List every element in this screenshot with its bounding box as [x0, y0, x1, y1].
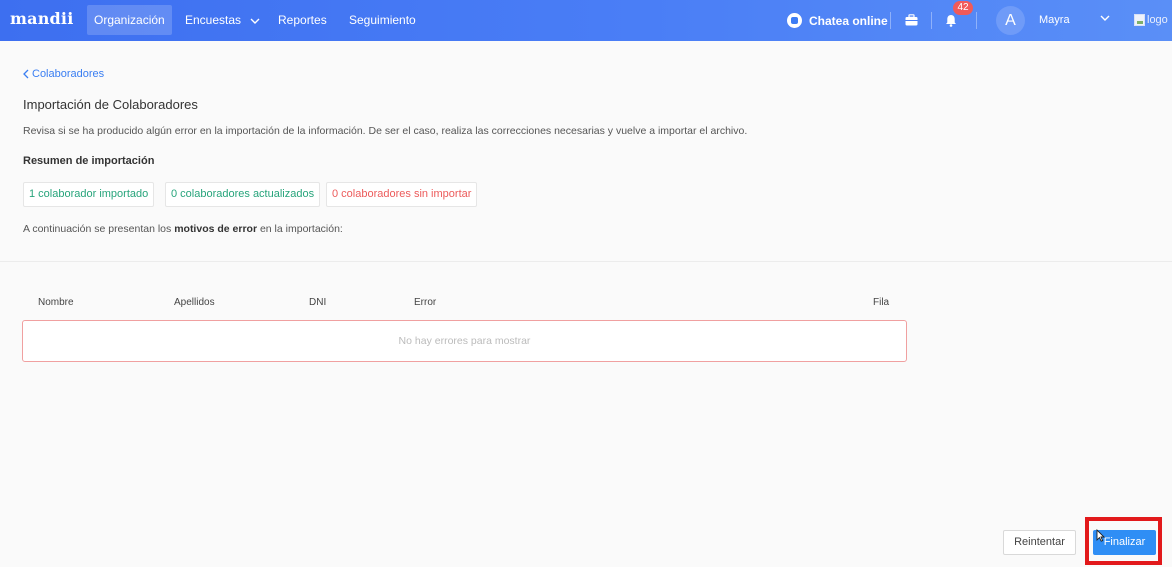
errors-intro-suffix: en la importación:: [257, 223, 343, 235]
stat-updated: 0 colaboradores actualizados: [165, 182, 321, 207]
column-header-fila: Fila: [873, 297, 890, 308]
column-header-nombre: Nombre: [38, 297, 74, 308]
divider: [976, 12, 977, 29]
nav-encuestas-label: Encuestas: [185, 13, 242, 27]
column-header-error: Error: [414, 297, 437, 308]
user-name[interactable]: Mayra: [1039, 14, 1070, 26]
mouse-cursor-icon: [1096, 529, 1105, 542]
errors-intro-bold: motivos de error: [174, 223, 258, 235]
section-divider: [0, 261, 1172, 262]
avatar[interactable]: A: [996, 6, 1025, 35]
chevron-down-icon[interactable]: [1100, 15, 1110, 21]
nav-encuestas[interactable]: Encuestas: [178, 5, 267, 35]
divider: [931, 12, 932, 29]
nav-reportes[interactable]: Reportes: [271, 5, 334, 35]
briefcase-icon[interactable]: [903, 12, 919, 28]
divider: [890, 12, 891, 29]
back-link-colaboradores[interactable]: Colaboradores: [23, 68, 104, 80]
empty-message: No hay errores para mostrar: [398, 335, 531, 347]
stat-imported: 1 colaborador importado: [23, 182, 155, 207]
brand-logo[interactable]: mandii: [10, 9, 73, 28]
nav-seguimiento[interactable]: Seguimiento: [342, 5, 423, 35]
column-header-apellidos: Apellidos: [174, 297, 215, 308]
retry-button[interactable]: Reintentar: [1003, 530, 1076, 555]
back-link-label: Colaboradores: [32, 68, 105, 80]
notifications-badge: 42: [953, 1, 973, 15]
company-logo: logo: [1134, 11, 1172, 29]
logo-alt-text: logo: [1147, 14, 1168, 26]
chat-online-button[interactable]: Chatea online: [787, 12, 888, 29]
top-navbar: mandii Organización Encuestas Reportes S…: [0, 0, 1172, 41]
page-description: Revisa si se ha producido algún error en…: [23, 125, 748, 137]
errors-intro-prefix: A continuación se presentan los: [23, 223, 175, 235]
stat-not-imported: 0 colaboradores sin importar: [326, 182, 478, 207]
summary-title: Resumen de importación: [23, 155, 155, 167]
chevron-left-icon: [23, 69, 29, 79]
nav-organizacion[interactable]: Organización: [87, 5, 172, 35]
chat-icon: [787, 13, 802, 28]
column-header-dni: DNI: [309, 297, 327, 308]
errors-intro: A continuación se presentan los motivos …: [23, 223, 343, 235]
chat-label: Chatea online: [809, 13, 888, 28]
empty-state: No hay errores para mostrar: [22, 320, 907, 362]
broken-image-icon: [1134, 14, 1145, 26]
page-title: Importación de Colaboradores: [23, 97, 198, 112]
chevron-down-icon: [250, 18, 260, 24]
